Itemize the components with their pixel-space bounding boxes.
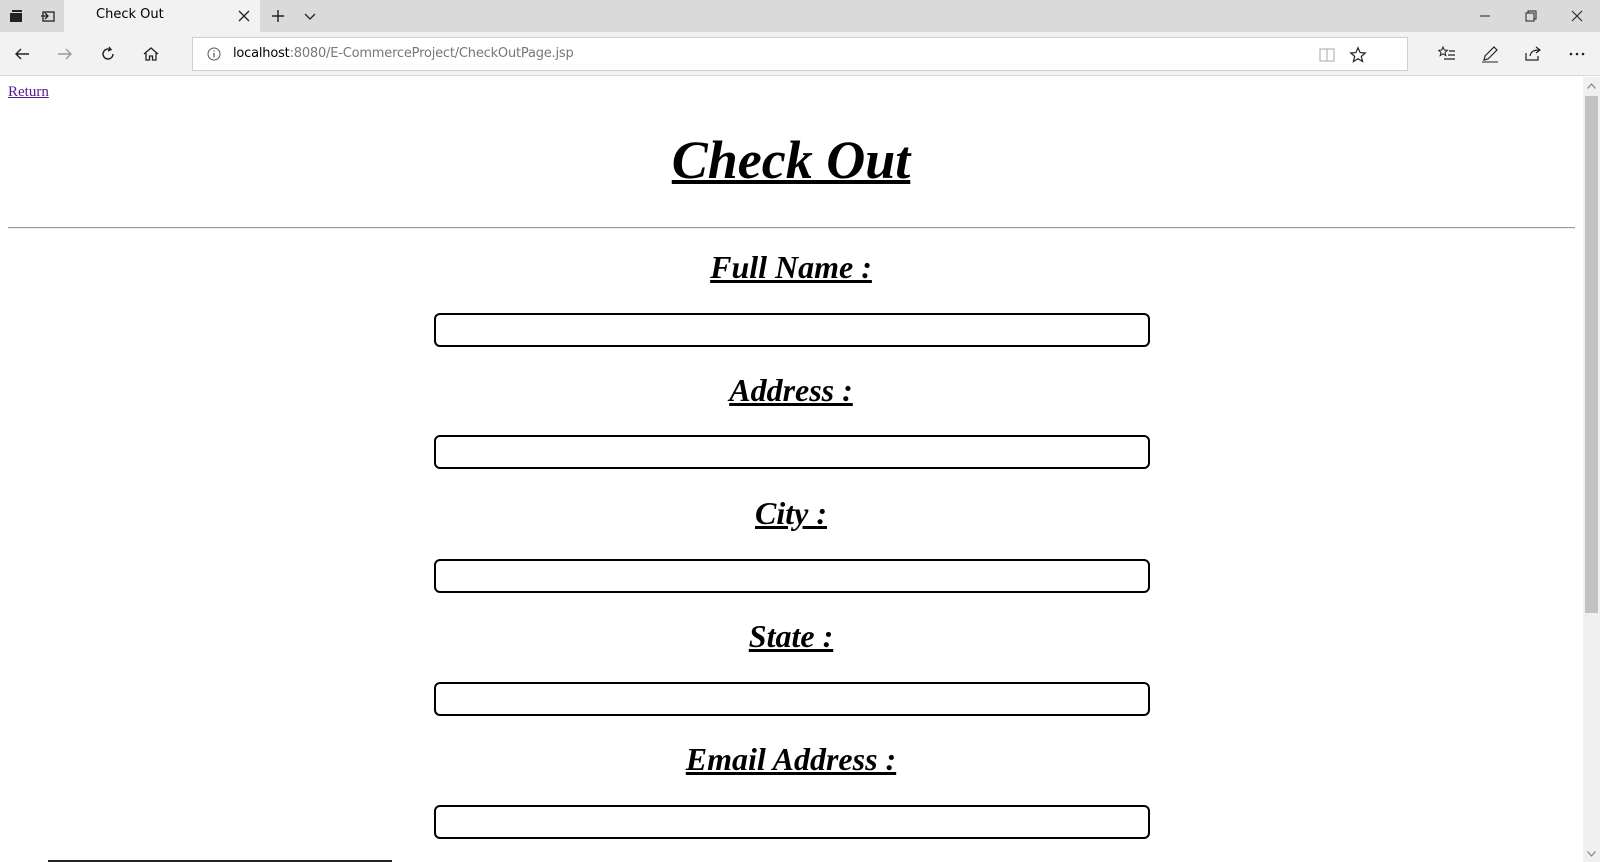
chevron-up-icon <box>1587 82 1596 89</box>
chevron-down-icon <box>304 13 316 20</box>
back-button[interactable] <box>6 38 38 70</box>
set-tabs-aside-button[interactable] <box>32 0 64 32</box>
scroll-down-button[interactable] <box>1583 845 1600 862</box>
address-label: Address : <box>729 372 853 408</box>
state-label: State : <box>748 618 834 654</box>
forward-arrow-icon <box>58 48 72 60</box>
tabs-aside-icon <box>10 10 22 22</box>
more-menu-button[interactable] <box>1561 38 1593 70</box>
tab-preview-button[interactable] <box>294 0 326 32</box>
email-address-input[interactable] <box>434 805 1150 839</box>
minimize-icon <box>1480 15 1490 17</box>
favorites-list-icon <box>1438 45 1455 60</box>
close-window-button[interactable] <box>1554 0 1600 32</box>
forward-button[interactable] <box>49 38 81 70</box>
url-path: :8080/E-CommerceProject/CheckOutPage.jsp <box>289 46 574 61</box>
home-button[interactable] <box>135 38 167 70</box>
share-button[interactable] <box>1517 38 1549 70</box>
favorites-hub-button[interactable] <box>1431 38 1463 70</box>
new-tab-button[interactable] <box>262 0 294 32</box>
state-input[interactable] <box>434 682 1150 716</box>
browser-toolbar: localhost:8080/E-CommerceProject/CheckOu… <box>0 32 1600 76</box>
divider <box>8 227 1575 229</box>
info-icon[interactable] <box>207 47 221 61</box>
tab-title: Check Out <box>96 7 164 22</box>
full-name-label: Full Name : <box>710 249 872 285</box>
return-link[interactable]: Return <box>8 84 49 101</box>
back-arrow-icon <box>15 48 29 60</box>
chevron-down-icon <box>1587 850 1596 857</box>
page-viewport: Return Check Out Full Name : Address : C… <box>0 77 1582 862</box>
web-note-button[interactable] <box>1474 38 1506 70</box>
city-label: City : <box>755 495 827 531</box>
restore-button[interactable] <box>1508 0 1554 32</box>
tab-strip: Check Out <box>0 0 1600 32</box>
more-dots-icon <box>1569 52 1585 56</box>
address-bar[interactable]: localhost:8080/E-CommerceProject/CheckOu… <box>192 37 1408 71</box>
home-icon <box>143 47 159 61</box>
share-icon <box>1525 46 1541 61</box>
pen-icon <box>1482 46 1498 63</box>
close-icon <box>1571 10 1583 22</box>
email-address-label: Email Address : <box>685 741 897 777</box>
plus-icon <box>272 10 284 22</box>
restore-icon <box>1525 10 1537 22</box>
refresh-icon <box>102 46 114 60</box>
city-input[interactable] <box>434 559 1150 593</box>
scroll-up-button[interactable] <box>1583 77 1600 94</box>
star-icon[interactable] <box>1349 46 1367 64</box>
set-aside-icon <box>41 11 55 22</box>
close-tab-icon[interactable] <box>236 8 252 24</box>
full-name-input[interactable] <box>434 313 1150 347</box>
tab-active[interactable]: Check Out <box>64 0 260 32</box>
reading-view-icon[interactable] <box>1318 46 1336 64</box>
url-text[interactable]: localhost:8080/E-CommerceProject/CheckOu… <box>233 46 574 61</box>
page-title: Check Out <box>671 130 911 190</box>
tabs-aside-button[interactable] <box>0 0 32 32</box>
url-host: localhost <box>233 46 290 61</box>
scrollbar-thumb[interactable] <box>1585 96 1598 613</box>
refresh-button[interactable] <box>92 38 124 70</box>
minimize-button[interactable] <box>1462 0 1508 32</box>
address-input[interactable] <box>434 435 1150 469</box>
